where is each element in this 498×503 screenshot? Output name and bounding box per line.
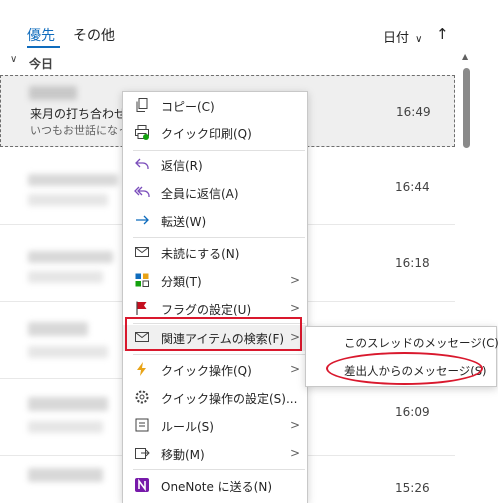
menu-item-onenote[interactable]: OneNote に送る(N) bbox=[123, 473, 307, 499]
mail-subject: 来月の打ち合わせ bbox=[30, 107, 127, 121]
redacted-text bbox=[28, 397, 108, 411]
menu-item-copy[interactable]: コピー(C) bbox=[123, 93, 307, 119]
menu-item-mark-unread[interactable]: 未読にする(N) bbox=[123, 240, 307, 266]
redacted-text bbox=[28, 251, 113, 263]
menu-separator bbox=[133, 150, 305, 151]
lightning-icon bbox=[133, 361, 151, 379]
submenu-arrow-icon: > bbox=[290, 273, 301, 287]
submenu-arrow-icon: > bbox=[290, 446, 301, 460]
menu-item-quick-steps-settings[interactable]: クイック操作の設定(S)... bbox=[123, 385, 307, 411]
menu-item-label: 分類(T) bbox=[161, 275, 202, 289]
menu-separator bbox=[133, 354, 305, 355]
flag-icon bbox=[133, 300, 151, 318]
menu-item-label: クイック操作(Q) bbox=[161, 364, 252, 378]
chevron-down-icon: ∨ bbox=[415, 34, 423, 45]
menu-item-label: ルール(S) bbox=[161, 420, 214, 434]
submenu-arrow-icon: > bbox=[290, 418, 301, 432]
menu-item-reply-all[interactable]: 全員に返信(A) bbox=[123, 180, 307, 206]
menu-item-reply[interactable]: 返信(R) bbox=[123, 152, 307, 178]
menu-item-label: 未読にする(N) bbox=[161, 247, 240, 261]
context-menu: コピー(C) クイック印刷(Q) 返信(R) 全員に返信(A) 転送(W) 未読… bbox=[122, 91, 308, 503]
envelope-icon bbox=[133, 244, 151, 262]
printer-icon bbox=[133, 124, 151, 142]
redacted-text bbox=[28, 271, 103, 283]
copy-icon bbox=[133, 97, 151, 115]
group-label: 今日 bbox=[29, 57, 54, 71]
category-icon bbox=[133, 272, 151, 290]
menu-item-label: 転送(W) bbox=[161, 215, 207, 229]
redacted-text bbox=[28, 421, 103, 433]
submenu-arrow-icon: > bbox=[290, 301, 301, 315]
vertical-scrollbar[interactable]: ▲ bbox=[460, 52, 472, 502]
menu-item-label: OneNote に送る(N) bbox=[161, 480, 272, 494]
submenu-item-label: このスレッドのメッセージ(C) bbox=[344, 336, 498, 350]
sort-direction-icon[interactable]: ↑ bbox=[436, 25, 449, 43]
scroll-up-arrow-icon[interactable]: ▲ bbox=[462, 52, 468, 61]
menu-item-rules[interactable]: ルール(S) > bbox=[123, 413, 307, 439]
redacted-text bbox=[28, 194, 108, 206]
menu-item-label: クイック印刷(Q) bbox=[161, 127, 252, 141]
sort-by-date-button[interactable]: 日付 ∨ bbox=[383, 27, 422, 46]
redacted-text bbox=[28, 174, 118, 186]
redacted-text bbox=[28, 322, 88, 336]
menu-item-categorize[interactable]: 分類(T) > bbox=[123, 268, 307, 294]
annotation-highlight-box bbox=[125, 317, 302, 351]
gear-icon bbox=[133, 389, 151, 407]
menu-item-label: フラグの設定(U) bbox=[161, 303, 252, 317]
outlook-mail-app: 優先 その他 日付 ∨ ↑ ∨ 今日 来月の打ち合わせ いつもお世話になって 1… bbox=[0, 0, 498, 503]
mail-time: 16:49 bbox=[396, 105, 431, 119]
scroll-thumb[interactable] bbox=[463, 68, 470, 148]
forward-icon bbox=[133, 212, 151, 230]
reply-all-icon bbox=[133, 184, 151, 202]
tab-focused-underline bbox=[27, 46, 60, 48]
menu-item-label: 返信(R) bbox=[161, 159, 203, 173]
menu-item-forward[interactable]: 転送(W) bbox=[123, 208, 307, 234]
menu-item-move[interactable]: 移動(M) > bbox=[123, 441, 307, 467]
tab-other[interactable]: その他 bbox=[73, 25, 115, 45]
menu-item-label: 移動(M) bbox=[161, 448, 205, 462]
mail-time: 16:18 bbox=[395, 256, 430, 270]
mail-time: 16:09 bbox=[395, 405, 430, 419]
tab-focused[interactable]: 優先 bbox=[27, 25, 55, 45]
group-header-today[interactable]: ∨ 今日 bbox=[0, 54, 455, 72]
menu-separator bbox=[133, 469, 305, 470]
reply-icon bbox=[133, 156, 151, 174]
rules-icon bbox=[133, 417, 151, 435]
annotation-highlight-oval bbox=[326, 352, 483, 385]
menu-item-label: 全員に返信(A) bbox=[161, 187, 239, 201]
menu-item-label: コピー(C) bbox=[161, 100, 215, 114]
menu-separator bbox=[133, 237, 305, 238]
redacted-text bbox=[28, 346, 108, 358]
move-icon bbox=[133, 445, 151, 463]
mail-time: 15:26 bbox=[395, 481, 430, 495]
chevron-down-icon: ∨ bbox=[10, 54, 18, 65]
menu-item-quick-print[interactable]: クイック印刷(Q) bbox=[123, 120, 307, 146]
menu-item-label: クイック操作の設定(S)... bbox=[161, 392, 298, 406]
submenu-arrow-icon: > bbox=[290, 362, 301, 376]
onenote-icon bbox=[133, 477, 151, 495]
mail-time: 16:44 bbox=[395, 180, 430, 194]
redacted-text bbox=[28, 468, 103, 482]
sort-label: 日付 bbox=[383, 31, 410, 46]
menu-item-quick-steps[interactable]: クイック操作(Q) > bbox=[123, 357, 307, 383]
sender-name-redacted bbox=[29, 86, 77, 100]
